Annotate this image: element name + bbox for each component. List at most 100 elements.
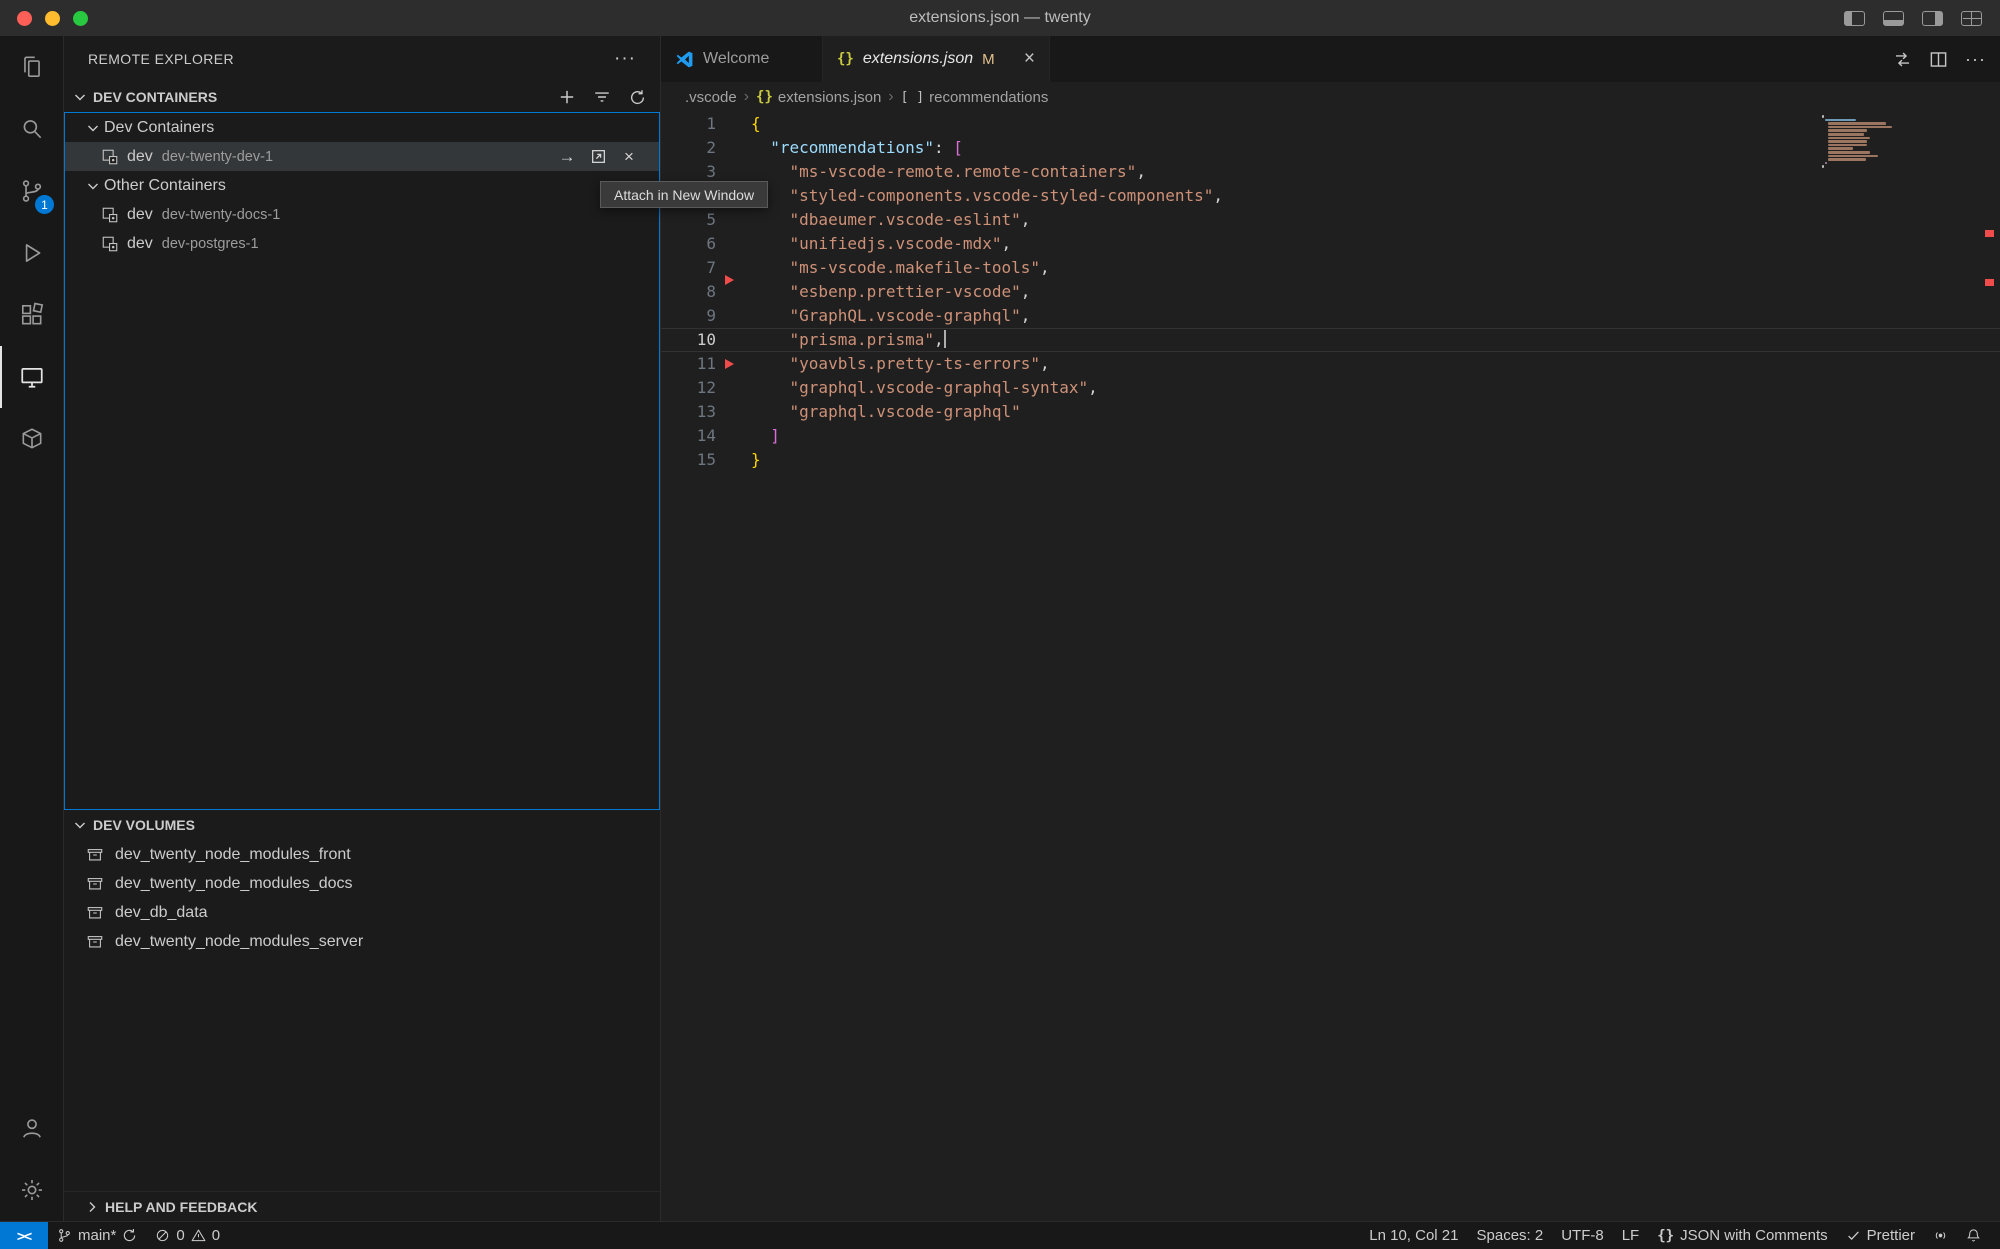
sidebar-remote-explorer: REMOTE EXPLORER ··· DEV CONTAINERS (64, 36, 661, 1221)
line-number[interactable]: 15 (661, 448, 716, 472)
code-line-11[interactable]: 11 "yoavbls.pretty-ts-errors", (661, 352, 2000, 376)
gutter (716, 208, 751, 232)
customize-layout-icon[interactable] (1961, 11, 1982, 26)
attach-shell-icon[interactable]: → (557, 147, 577, 167)
remote-indicator[interactable]: >< (0, 1222, 48, 1249)
line-number[interactable]: 5 (661, 208, 716, 232)
code-line-1[interactable]: 1{ (661, 112, 2000, 136)
section-dev-containers[interactable]: DEV CONTAINERS (64, 82, 660, 112)
new-dev-container-icon[interactable] (556, 86, 578, 108)
line-number[interactable]: 7 (661, 256, 716, 280)
dev-containers-icon[interactable] (0, 408, 63, 470)
formatter-status[interactable]: Prettier (1837, 1222, 1924, 1249)
code-line-5[interactable]: 5 "dbaeumer.vscode-eslint", (661, 208, 2000, 232)
code-line-4[interactable]: 4 "styled-components.vscode-styled-compo… (661, 184, 2000, 208)
line-number[interactable]: 11 (661, 352, 716, 376)
code-line-8[interactable]: 8 "esbenp.prettier-vscode", (661, 280, 2000, 304)
minimap[interactable] (1822, 115, 1894, 169)
line-number[interactable]: 10 (661, 328, 716, 352)
compare-changes-icon[interactable] (1893, 50, 1912, 69)
run-and-debug-icon[interactable] (0, 222, 63, 284)
code-line-9[interactable]: 9 "GraphQL.vscode-graphql", (661, 304, 2000, 328)
volume-item-dev_db_data[interactable]: dev_db_data (64, 898, 660, 927)
editor[interactable]: 1{2 "recommendations": [3 "ms-vscode-rem… (661, 112, 2000, 1221)
code-line-3[interactable]: 3 "ms-vscode-remote.remote-containers", (661, 160, 2000, 184)
line-number[interactable]: 2 (661, 136, 716, 160)
code-text: "graphql.vscode-graphql-syntax", (751, 376, 1098, 400)
language-mode[interactable]: {} JSON with Comments (1648, 1222, 1836, 1249)
breadcrumb-separator: › (888, 88, 893, 106)
line-number[interactable]: 6 (661, 232, 716, 256)
chevron-down-icon (72, 817, 88, 833)
tree-group-dev-containers[interactable]: Dev Containers (65, 113, 659, 142)
container-item-dev-postgres-1[interactable]: devdev-postgres-1 (65, 229, 659, 258)
line-number[interactable]: 13 (661, 400, 716, 424)
tooltip-attach-in-new-window: Attach in New Window (600, 181, 768, 208)
filter-icon[interactable] (591, 86, 613, 108)
json-braces-icon: {} (837, 51, 854, 67)
titlebar-layout-controls (1844, 11, 2000, 26)
line-number[interactable]: 8 (661, 280, 716, 304)
gutter (716, 400, 751, 424)
cursor-position[interactable]: Ln 10, Col 21 (1360, 1222, 1467, 1249)
code-line-12[interactable]: 12 "graphql.vscode-graphql-syntax", (661, 376, 2000, 400)
volume-item-dev_twenty_node_modules_front[interactable]: dev_twenty_node_modules_front (64, 840, 660, 869)
volume-item-dev_twenty_node_modules_server[interactable]: dev_twenty_node_modules_server (64, 927, 660, 956)
toggle-panel-icon[interactable] (1883, 11, 1904, 26)
remove-container-icon[interactable]: × (619, 147, 639, 167)
warnings-icon (191, 1228, 206, 1243)
code-line-15[interactable]: 15} (661, 448, 2000, 472)
container-icon (101, 235, 119, 253)
container-item-dev-twenty-docs-1[interactable]: devdev-twenty-docs-1 (65, 200, 659, 229)
volume-item-dev_twenty_node_modules_docs[interactable]: dev_twenty_node_modules_docs (64, 869, 660, 898)
tree-group-other-containers[interactable]: Other Containers (65, 171, 659, 200)
gutter (716, 448, 751, 472)
container-item-dev-twenty-dev-1[interactable]: devdev-twenty-dev-1→× (65, 142, 659, 171)
close-tab-icon[interactable]: × (1024, 48, 1035, 70)
search-icon[interactable] (0, 98, 63, 160)
breadcrumb-file[interactable]: {} extensions.json (756, 89, 881, 106)
settings-gear-icon[interactable] (0, 1159, 63, 1221)
branch-status[interactable]: main* (48, 1222, 146, 1249)
toggle-secondary-sidebar-icon[interactable] (1922, 11, 1943, 26)
breadcrumb-folder[interactable]: .vscode (685, 89, 737, 106)
code-line-14[interactable]: 14 ] (661, 424, 2000, 448)
section-help-and-feedback[interactable]: HELP AND FEEDBACK (64, 1191, 660, 1221)
code-line-6[interactable]: 6 "unifiedjs.vscode-mdx", (661, 232, 2000, 256)
refresh-icon[interactable] (626, 86, 648, 108)
extensions-icon[interactable] (0, 284, 63, 346)
notifications-bell-icon[interactable] (1957, 1222, 1990, 1249)
line-number[interactable]: 14 (661, 424, 716, 448)
feedback-icon[interactable] (1924, 1222, 1957, 1249)
tab-extensions-json[interactable]: {} extensions.json M × (823, 36, 1050, 82)
breadcrumb-symbol[interactable]: [ ] recommendations (901, 89, 1049, 106)
code-line-13[interactable]: 13 "graphql.vscode-graphql" (661, 400, 2000, 424)
minimize-window-button[interactable] (45, 11, 60, 26)
sidebar-more-actions-icon[interactable]: ··· (614, 54, 636, 64)
code-line-7[interactable]: 7 "ms-vscode.makefile-tools", (661, 256, 2000, 280)
activity-bar: 1 (0, 36, 64, 1221)
indentation[interactable]: Spaces: 2 (1468, 1222, 1553, 1249)
line-number[interactable]: 12 (661, 376, 716, 400)
code-line-10[interactable]: 10 "prisma.prisma", (661, 328, 2000, 352)
accounts-icon[interactable] (0, 1097, 63, 1159)
overview-ruler[interactable] (1980, 112, 2000, 1221)
more-actions-icon[interactable]: ··· (1965, 49, 1986, 70)
remote-explorer-icon[interactable] (0, 346, 63, 408)
attach-new-window-icon[interactable] (588, 147, 608, 167)
section-dev-volumes[interactable]: DEV VOLUMES (64, 810, 660, 840)
source-control-icon[interactable]: 1 (0, 160, 63, 222)
encoding[interactable]: UTF-8 (1552, 1222, 1613, 1249)
line-number[interactable]: 9 (661, 304, 716, 328)
zoom-window-button[interactable] (73, 11, 88, 26)
toggle-primary-sidebar-icon[interactable] (1844, 11, 1865, 26)
tab-welcome[interactable]: Welcome (661, 36, 823, 82)
line-number[interactable]: 1 (661, 112, 716, 136)
close-window-button[interactable] (17, 11, 32, 26)
explorer-icon[interactable] (0, 36, 63, 98)
split-editor-icon[interactable] (1929, 50, 1948, 69)
chevron-down-icon (85, 120, 101, 136)
eol-sequence[interactable]: LF (1613, 1222, 1649, 1249)
code-line-2[interactable]: 2 "recommendations": [ (661, 136, 2000, 160)
problems-status[interactable]: 0 0 (146, 1222, 229, 1249)
